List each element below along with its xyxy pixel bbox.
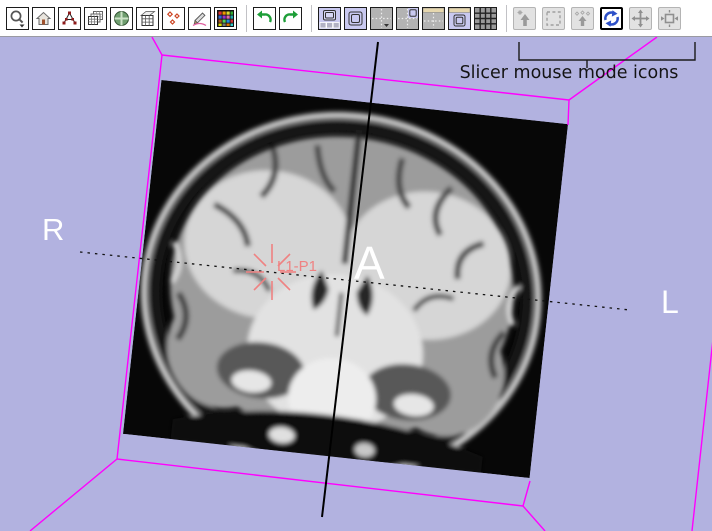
layout-red-slice-icon[interactable] bbox=[422, 7, 445, 30]
select-box-glyph bbox=[544, 9, 563, 28]
toolbar-separator bbox=[311, 5, 312, 32]
toolbar-separator bbox=[506, 5, 507, 32]
undo-icon[interactable] bbox=[253, 7, 276, 30]
pencil-glyph bbox=[190, 9, 209, 28]
toolbar-separator bbox=[246, 5, 247, 32]
home-icon[interactable] bbox=[32, 7, 55, 30]
rotate-arrows-glyph bbox=[602, 9, 621, 28]
rubber-band-select-mode-icon[interactable] bbox=[542, 7, 565, 30]
volume-sphere-icon[interactable] bbox=[110, 7, 133, 30]
fit-view-glyph bbox=[660, 9, 679, 28]
layout-glyph bbox=[371, 8, 392, 29]
3d-viewport[interactable]: R A L L1-P1 Slicer mouse mode icons bbox=[0, 37, 712, 531]
layout-glyph bbox=[423, 8, 444, 29]
zoom-tool-icon[interactable] bbox=[6, 7, 29, 30]
slice-stack-icon[interactable] bbox=[84, 7, 107, 30]
house-glyph bbox=[34, 9, 53, 28]
layout-glyph bbox=[449, 8, 470, 29]
color-table-icon[interactable] bbox=[214, 7, 237, 30]
color-grid-glyph bbox=[216, 9, 235, 28]
magnifier-glyph bbox=[8, 9, 27, 28]
layout-3d-only-icon[interactable] bbox=[344, 7, 367, 30]
place-multiple-points-mode-icon[interactable] bbox=[571, 7, 594, 30]
place-point-glyph bbox=[515, 9, 534, 28]
redo-arrow-glyph bbox=[281, 9, 300, 28]
diamonds-glyph bbox=[164, 9, 183, 28]
zoom-fit-mode-icon[interactable] bbox=[658, 7, 681, 30]
place-multiple-glyph bbox=[573, 9, 592, 28]
place-point-mode-icon[interactable] bbox=[513, 7, 536, 30]
pan-mode-icon[interactable] bbox=[629, 7, 652, 30]
callout-bracket bbox=[519, 42, 695, 68]
main-toolbar bbox=[0, 0, 712, 37]
redo-icon[interactable] bbox=[279, 7, 302, 30]
undo-arrow-glyph bbox=[255, 9, 274, 28]
brain-mri-slice bbox=[123, 80, 568, 478]
orientation-label-left: L bbox=[661, 286, 679, 318]
layout-glyph bbox=[345, 8, 366, 29]
sphere-glyph bbox=[112, 9, 131, 28]
stack-glyph bbox=[86, 9, 105, 28]
measure-pencil-icon[interactable] bbox=[188, 7, 211, 30]
brain-mri-rendering bbox=[123, 80, 568, 478]
layout-spreadsheet-icon[interactable] bbox=[474, 7, 497, 30]
module-hierarchy-icon[interactable] bbox=[58, 7, 81, 30]
grid-sheets-glyph bbox=[138, 9, 157, 28]
layout-conventional-icon[interactable] bbox=[318, 7, 341, 30]
layout-four-up-icon[interactable] bbox=[370, 7, 393, 30]
layout-3d-corner-icon[interactable] bbox=[396, 7, 419, 30]
callout-label: Slicer mouse mode icons bbox=[446, 63, 692, 83]
layout-tabbed-3d-icon[interactable] bbox=[448, 7, 471, 30]
layout-glyph bbox=[475, 8, 496, 29]
hierarchy-glyph bbox=[60, 9, 79, 28]
layout-glyph bbox=[319, 8, 340, 29]
layout-glyph bbox=[397, 8, 418, 29]
rotate-mode-icon[interactable] bbox=[600, 7, 623, 30]
orientation-label-right: R bbox=[42, 214, 64, 245]
pan-arrows-glyph bbox=[631, 9, 650, 28]
fiducials-icon[interactable] bbox=[162, 7, 185, 30]
volume-grid-icon[interactable] bbox=[136, 7, 159, 30]
